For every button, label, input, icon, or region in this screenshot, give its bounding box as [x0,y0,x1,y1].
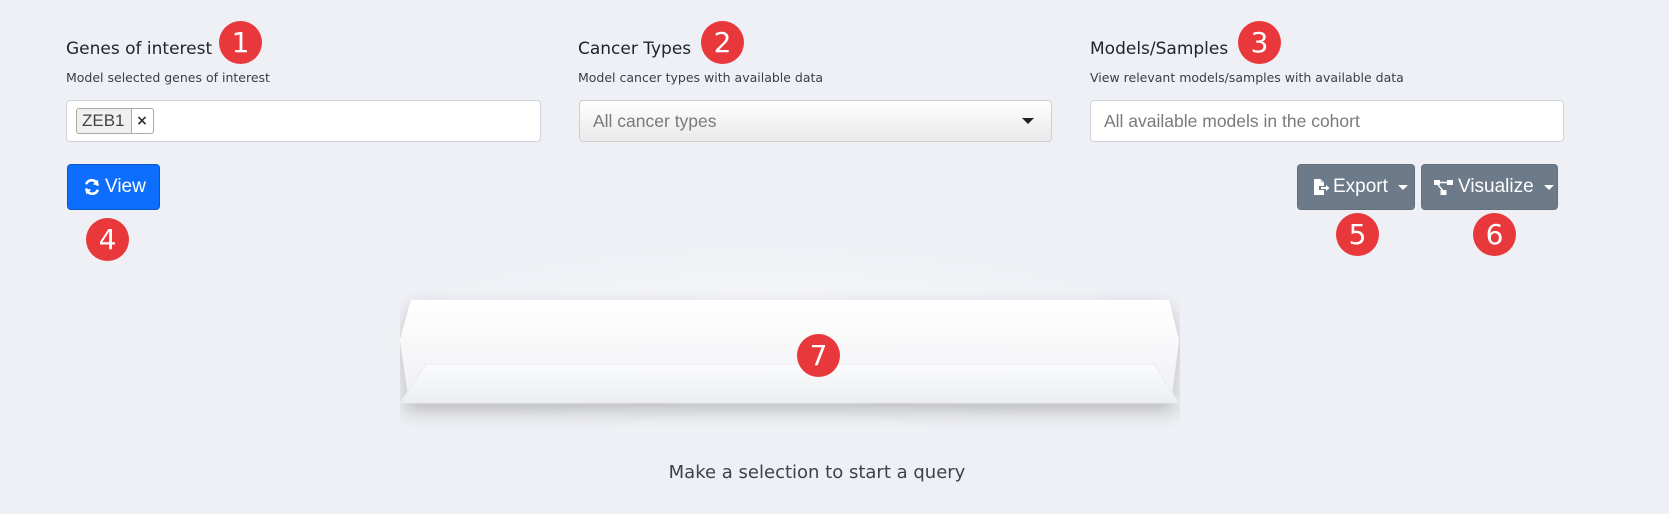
cancer-types-select[interactable]: All cancer types [579,100,1052,142]
chevron-down-icon [1543,184,1554,190]
models-placeholder: All available models in the cohort [1104,110,1360,131]
cancer-types-placeholder: All cancer types [593,110,717,131]
callout-badge-3: 3 [1238,21,1281,64]
visualize-dropdown-button[interactable]: Visualize [1421,164,1558,210]
models-input[interactable]: All available models in the cohort [1090,100,1564,142]
chevron-down-icon [1397,184,1408,190]
export-dropdown-button[interactable]: Export [1297,164,1415,210]
network-icon [1433,177,1455,197]
gene-tag: ZEB1 × [76,108,154,134]
empty-state-illustration [360,240,1180,440]
callout-badge-1: 1 [219,21,262,64]
models-subtitle: View relevant models/samples with availa… [1090,70,1404,85]
export-button-label: Export [1333,176,1388,197]
empty-state-message: Make a selection to start a query [668,462,966,483]
callout-badge-7: 7 [797,334,840,377]
view-button[interactable]: View [67,164,160,210]
file-export-icon [1310,177,1330,197]
genes-subtitle: Model selected genes of interest [66,70,270,85]
empty-tray-icon [400,300,1180,404]
chevron-down-icon [1022,118,1034,124]
cancer-types-subtitle: Model cancer types with available data [578,70,824,85]
callout-badge-2: 2 [701,21,744,64]
view-button-label: View [105,176,146,197]
gene-tag-remove-button[interactable]: × [130,109,153,133]
callout-badge-6: 6 [1473,213,1516,256]
visualize-button-label: Visualize [1458,176,1534,197]
refresh-icon [82,177,102,197]
gene-tag-label: ZEB1 [82,111,125,130]
genes-input[interactable]: ZEB1 × [66,100,541,142]
callout-badge-4: 4 [86,218,129,261]
callout-badge-5: 5 [1336,213,1379,256]
